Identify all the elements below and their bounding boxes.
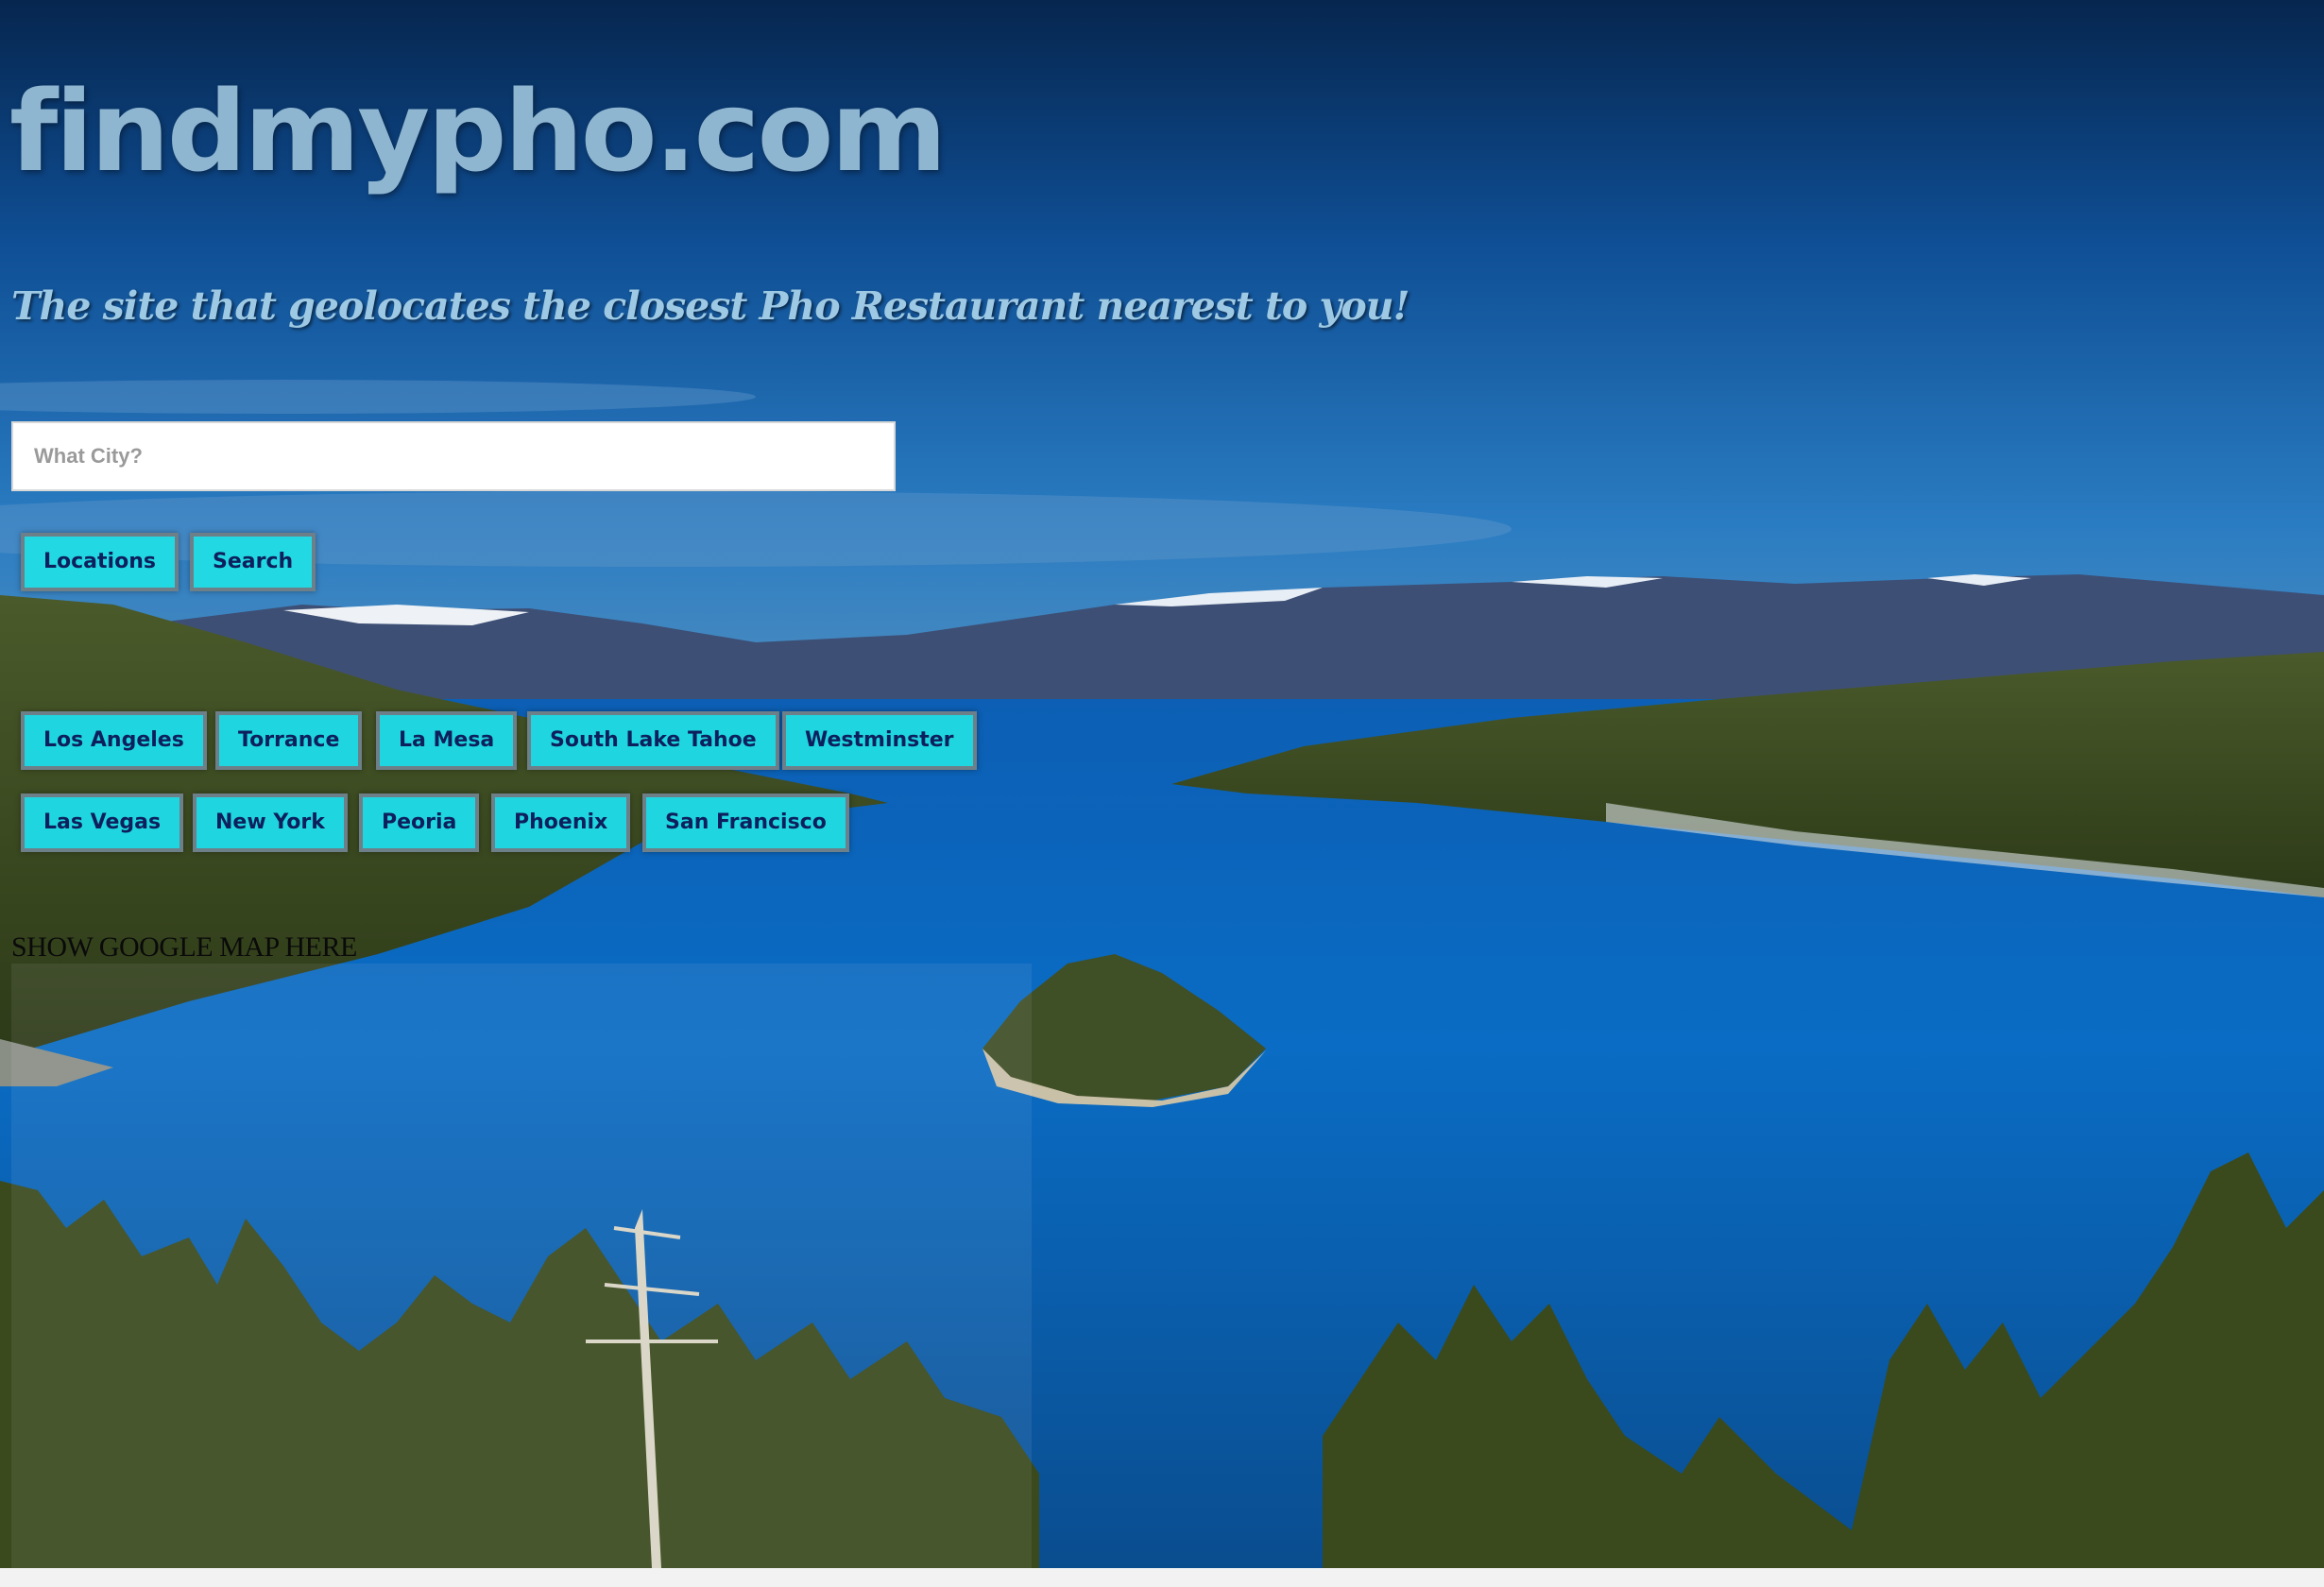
city-button-phoenix[interactable]: Phoenix bbox=[491, 794, 631, 852]
city-button-torrance[interactable]: Torrance bbox=[215, 711, 363, 770]
city-search-input[interactable] bbox=[11, 421, 896, 491]
site-title: findmypho.com bbox=[9, 66, 947, 196]
city-button-south-lake-tahoe[interactable]: South Lake Tahoe bbox=[527, 711, 779, 770]
city-button-las-vegas[interactable]: Las Vegas bbox=[21, 794, 184, 852]
tagline: The site that geolocates the closest Pho… bbox=[11, 283, 1410, 329]
city-button-peoria[interactable]: Peoria bbox=[359, 794, 480, 852]
map-placeholder-text: SHOW GOOGLE MAP HERE bbox=[11, 931, 357, 963]
city-button-la-mesa[interactable]: La Mesa bbox=[376, 711, 518, 770]
map-container bbox=[11, 964, 1032, 1568]
city-button-los-angeles[interactable]: Los Angeles bbox=[21, 711, 207, 770]
city-button-westminster[interactable]: Westminster bbox=[782, 711, 977, 770]
city-button-san-francisco[interactable]: San Francisco bbox=[642, 794, 849, 852]
search-button[interactable]: Search bbox=[190, 533, 316, 591]
locations-button[interactable]: Locations bbox=[21, 533, 179, 591]
background-landscape bbox=[0, 0, 2324, 1568]
city-button-new-york[interactable]: New York bbox=[193, 794, 348, 852]
